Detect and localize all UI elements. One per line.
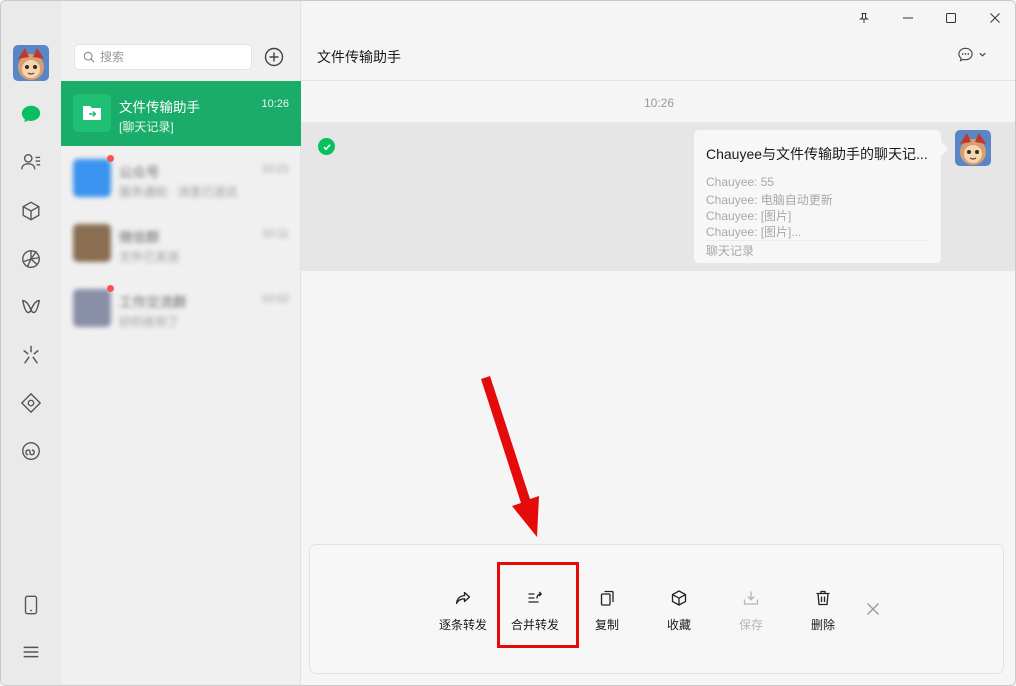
card-divider: [706, 240, 929, 241]
menu-icon[interactable]: [16, 637, 46, 667]
conversation-item[interactable]: 公众号 10:21 服务通知 · 消息已送达: [61, 146, 301, 211]
chat-history-card[interactable]: Chauyee与文件传输助手的聊天记... Chauyee: 55 Chauye…: [694, 130, 949, 263]
card-line: Chauyee: [图片]...: [706, 225, 802, 239]
conversation-time: 10:11: [262, 228, 289, 240]
copy-icon: [600, 590, 614, 606]
action-label: 保存: [738, 618, 763, 632]
folder-icon: [83, 106, 101, 120]
favorites-icon[interactable]: [16, 196, 46, 226]
add-button[interactable]: [264, 47, 284, 67]
multi-select-action-bar: 逐条转发 合并转发 复制 收藏 保存 删除: [309, 544, 1004, 674]
phone-icon[interactable]: [16, 590, 46, 620]
card-line: Chauyee: [图片]: [706, 209, 792, 223]
conversation-last-message: 服务通知 · 消息已送达: [119, 185, 238, 199]
close-icon[interactable]: [986, 9, 1004, 27]
conversation-last-message: [聊天记录]: [119, 120, 174, 134]
maximize-icon[interactable]: [942, 9, 960, 27]
save-button[interactable]: 保存: [721, 589, 781, 635]
channels-icon[interactable]: [16, 292, 46, 322]
nav-rail: [1, 1, 61, 685]
chat-icon[interactable]: [16, 99, 46, 129]
chat-title: 文件传输助手: [317, 49, 401, 65]
conversation-name: 工作交流群: [119, 295, 187, 310]
forward-icon: [455, 591, 471, 605]
conversation-time: 10:02: [261, 293, 289, 305]
header-divider: [301, 80, 1015, 81]
bubble-tail: [933, 141, 949, 157]
search-input[interactable]: [100, 50, 240, 64]
conversation-last-message: 文件已发送: [119, 250, 180, 264]
chevron-down-icon: [979, 52, 986, 57]
action-label: 收藏: [666, 618, 691, 632]
search-icon: [83, 51, 95, 63]
save-icon: [743, 591, 759, 605]
card-line: Chauyee: 电脑自动更新: [706, 193, 833, 207]
mini-apps-icon[interactable]: [16, 436, 46, 466]
conversation-item-file-transfer[interactable]: 文件传输助手 10:26 [聊天记录]: [61, 81, 301, 146]
plus-icon: [264, 47, 284, 67]
conversation-time: 10:26: [261, 98, 289, 110]
search-box[interactable]: [74, 44, 252, 70]
favorite-icon: [671, 590, 687, 606]
card-title: Chauyee与文件传输助手的聊天记...: [706, 146, 928, 162]
select-checkbox[interactable]: [318, 138, 335, 155]
file-transfer-avatar: [73, 94, 111, 132]
red-arrow-annotation: [481, 376, 539, 537]
conversation-name: 文件传输助手: [119, 100, 200, 115]
conversation-avatar: [73, 159, 111, 197]
unread-badge: [107, 155, 114, 162]
mini-programs-icon[interactable]: [16, 388, 46, 418]
pin-icon[interactable]: [855, 9, 873, 27]
copy-button[interactable]: 复制: [577, 589, 637, 635]
check-icon: [322, 143, 331, 150]
chat-info-button[interactable]: [957, 46, 987, 63]
highlight-box: [497, 562, 579, 648]
conversation-name: 公众号: [119, 165, 160, 180]
chat-panel: 文件传输助手 10:26 Chauyee与文件传输助手的聊天记... Chauy…: [301, 1, 1015, 685]
moments-icon[interactable]: [16, 244, 46, 274]
user-avatar[interactable]: [13, 45, 49, 81]
selected-message-row[interactable]: Chauyee与文件传输助手的聊天记... Chauyee: 55 Chauye…: [301, 122, 1015, 271]
minimize-icon[interactable]: [899, 9, 917, 27]
discover-icon[interactable]: [16, 340, 46, 370]
action-label: 复制: [594, 618, 619, 632]
chat-bubble-icon: [958, 47, 973, 62]
unread-badge: [107, 285, 114, 292]
favorite-button[interactable]: 收藏: [649, 589, 709, 635]
conversation-name: 微信群: [119, 230, 160, 245]
action-label: 删除: [810, 618, 835, 632]
conversation-last-message: 好的收到了: [119, 315, 180, 329]
cancel-selection-button[interactable]: [865, 601, 881, 617]
delete-icon: [816, 590, 830, 606]
message-time: 10:26: [643, 96, 675, 110]
conversation-avatar: [73, 289, 111, 327]
card-footer: 聊天记录: [706, 244, 755, 258]
delete-button[interactable]: 删除: [793, 589, 853, 635]
conversation-list: 文件传输助手 10:26 [聊天记录] 公众号 10:21 服务通知 · 消息已…: [61, 1, 301, 685]
conversation-item[interactable]: 工作交流群 10:02 好的收到了: [61, 276, 301, 341]
conversation-time: 10:21: [261, 163, 289, 175]
action-label: 逐条转发: [438, 618, 487, 632]
conversation-avatar: [73, 224, 111, 262]
close-icon: [867, 603, 879, 615]
contacts-icon[interactable]: [16, 147, 46, 177]
forward-one-by-one-button[interactable]: 逐条转发: [433, 589, 493, 635]
conversation-item[interactable]: 微信群 10:11 文件已发送: [61, 211, 301, 276]
card-line: Chauyee: 55: [706, 175, 775, 189]
wechat-window: 文件传输助手 10:26 [聊天记录] 公众号 10:21 服务通知 · 消息已…: [0, 0, 1016, 686]
sender-avatar[interactable]: [955, 130, 991, 166]
